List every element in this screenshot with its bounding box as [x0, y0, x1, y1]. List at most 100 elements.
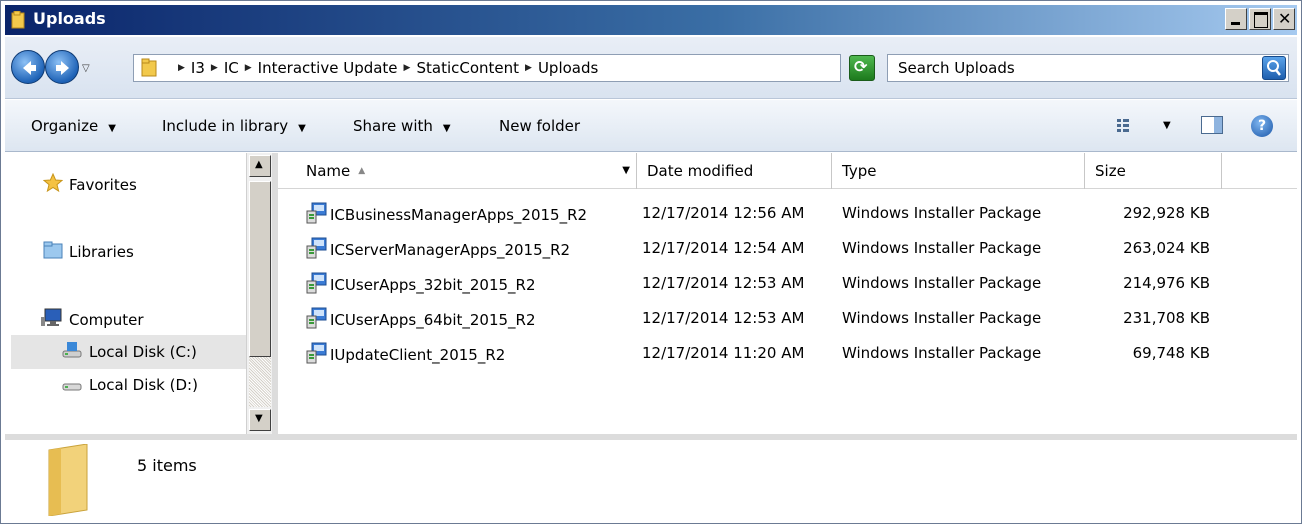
search-box: [887, 54, 1289, 82]
file-row[interactable]: ICServerManagerApps_2015_R2 12/17/2014 12…: [278, 232, 1297, 266]
address-bar[interactable]: ▶ I3 ▶ IC ▶ Interactive Update ▶ StaticConte…: [133, 54, 949, 82]
file-row[interactable]: IUpdateClient_2015_R2 12/17/2014 11:20 AM…: [278, 337, 1297, 371]
chevron-down-icon: ▼: [442, 123, 451, 134]
file-row[interactable]: ICBusinessManagerApps_2015_R2 12/17/2014 …: [278, 197, 1297, 231]
sort-ascending-icon: ▲: [358, 166, 366, 176]
breadcrumb-label: I3: [190, 59, 205, 77]
column-name[interactable]: Name ▲ ▼: [278, 153, 637, 189]
search-icon[interactable]: [1262, 56, 1286, 80]
column-type[interactable]: Type: [832, 153, 1085, 189]
file-name: ICUserApps_64bit_2015_R2: [330, 311, 536, 329]
installer-package-icon: [306, 201, 328, 229]
maximize-button[interactable]: [1249, 8, 1271, 30]
item-count: 5 items: [137, 456, 197, 475]
nav-computer-label: Computer: [69, 311, 144, 329]
include-in-library-menu[interactable]: Include in library ▼: [162, 117, 306, 135]
arrow-left-icon: [23, 61, 36, 75]
column-name-label: Name: [306, 162, 351, 180]
file-row[interactable]: ICUserApps_32bit_2015_R2 12/17/2014 12:53…: [278, 267, 1297, 301]
nav-local-disk-c-label: Local Disk (C:): [89, 343, 197, 361]
change-view-icon[interactable]: [1117, 118, 1139, 138]
file-date: 12/17/2014 12:53 AM: [642, 309, 805, 327]
installer-package-icon: [306, 306, 328, 334]
file-name: ICServerManagerApps_2015_R2: [330, 241, 571, 259]
organize-menu[interactable]: Organize ▼: [31, 117, 116, 135]
file-date: 12/17/2014 12:54 AM: [642, 239, 805, 257]
nav-computer[interactable]: Computer: [41, 308, 144, 332]
nav-libraries[interactable]: Libraries: [43, 241, 134, 263]
file-name-cell: IUpdateClient_2015_R2: [306, 341, 505, 369]
libraries-icon: [43, 241, 63, 263]
title-bar[interactable]: Uploads ✕: [5, 5, 1297, 35]
breadcrumb-item[interactable]: ▶ StaticContent: [398, 59, 519, 77]
folder-icon: [140, 58, 160, 82]
command-bar: Organize ▼ Include in library ▼ Share with…: [5, 100, 1297, 152]
scroll-up-button[interactable]: ▲: [249, 155, 271, 177]
drive-icon: [61, 340, 83, 364]
scroll-down-button[interactable]: ▼: [249, 409, 271, 431]
nav-libraries-label: Libraries: [69, 243, 134, 261]
include-in-library-label: Include in library: [162, 117, 289, 135]
breadcrumb-label: IC: [223, 59, 239, 77]
search-input[interactable]: [898, 59, 1238, 77]
close-icon: ✕: [1278, 9, 1292, 28]
minimize-button[interactable]: [1225, 8, 1247, 30]
file-type: Windows Installer Package: [842, 204, 1042, 222]
file-type: Windows Installer Package: [842, 239, 1042, 257]
file-name: IUpdateClient_2015_R2: [330, 346, 506, 364]
scrollbar-thumb[interactable]: [249, 181, 271, 357]
file-size: 69,748 KB: [1132, 344, 1210, 362]
refresh-button[interactable]: ⟳: [849, 55, 875, 81]
file-type: Windows Installer Package: [842, 344, 1042, 362]
close-button[interactable]: ✕: [1273, 8, 1295, 30]
breadcrumb-item[interactable]: ▶ I3: [172, 59, 205, 77]
drive-icon: [61, 373, 83, 397]
file-type: Windows Installer Package: [842, 274, 1042, 292]
breadcrumb-item[interactable]: ▶ IC: [205, 59, 239, 77]
installer-package-icon: [306, 236, 328, 264]
view-options-dropdown[interactable]: ▼: [1163, 120, 1171, 131]
forward-button[interactable]: [45, 50, 79, 84]
nav-favorites[interactable]: Favorites: [42, 172, 137, 197]
nav-local-disk-d-label: Local Disk (D:): [89, 376, 198, 394]
column-filter-dropdown[interactable]: ▼: [622, 153, 630, 189]
column-type-label: Type: [842, 162, 877, 180]
new-folder-button[interactable]: New folder: [499, 117, 580, 135]
arrow-down-icon: ▼: [255, 413, 263, 424]
nav-local-disk-d[interactable]: Local Disk (D:): [61, 373, 198, 397]
preview-pane-icon[interactable]: [1201, 116, 1223, 134]
breadcrumb: ▶ I3 ▶ IC ▶ Interactive Update ▶ StaticConte…: [172, 59, 598, 77]
file-row[interactable]: ICUserApps_64bit_2015_R2 12/17/2014 12:53…: [278, 302, 1297, 336]
breadcrumb-item[interactable]: ▶ Uploads: [519, 59, 598, 77]
column-date-modified[interactable]: Date modified: [637, 153, 832, 189]
breadcrumb-item[interactable]: ▶ Interactive Update: [239, 59, 398, 77]
explorer-window: Uploads ✕ ▽ ▶ I3 ▶ IC ▶ Interactive Update …: [0, 0, 1302, 524]
navigation-pane: Favorites Libraries Computer Local Disk …: [5, 153, 246, 434]
share-with-menu[interactable]: Share with ▼: [353, 117, 451, 135]
new-folder-label: New folder: [499, 117, 581, 135]
recent-pages-dropdown[interactable]: ▽: [82, 63, 90, 74]
star-icon: [42, 172, 64, 197]
organize-label: Organize: [31, 117, 99, 135]
address-row: ▽ ▶ I3 ▶ IC ▶ Interactive Update ▶ StaticCon…: [5, 37, 1297, 99]
help-icon[interactable]: ?: [1251, 115, 1273, 137]
folder-icon: [11, 10, 27, 33]
installer-package-icon: [306, 341, 328, 369]
column-size[interactable]: Size: [1085, 153, 1222, 189]
back-button[interactable]: [11, 50, 45, 84]
file-name: ICUserApps_32bit_2015_R2: [330, 276, 536, 294]
folder-icon: [43, 443, 93, 520]
column-date-label: Date modified: [647, 162, 754, 180]
file-name-cell: ICBusinessManagerApps_2015_R2: [306, 201, 587, 229]
breadcrumb-label: StaticContent: [416, 59, 520, 77]
details-pane: 5 items: [5, 434, 1297, 520]
navigation-scrollbar[interactable]: ▲ ▼: [246, 153, 272, 434]
breadcrumb-label: Interactive Update: [257, 59, 398, 77]
arrow-up-icon: ▲: [255, 159, 263, 170]
chevron-down-icon: ▼: [108, 123, 116, 134]
file-date: 12/17/2014 12:56 AM: [642, 204, 805, 222]
file-name-cell: ICServerManagerApps_2015_R2: [306, 236, 570, 264]
scrollbar-track[interactable]: [249, 357, 271, 407]
nav-local-disk-c[interactable]: Local Disk (C:): [11, 335, 246, 369]
column-header-row: Name ▲ ▼ Date modified Type Size: [278, 153, 1297, 189]
